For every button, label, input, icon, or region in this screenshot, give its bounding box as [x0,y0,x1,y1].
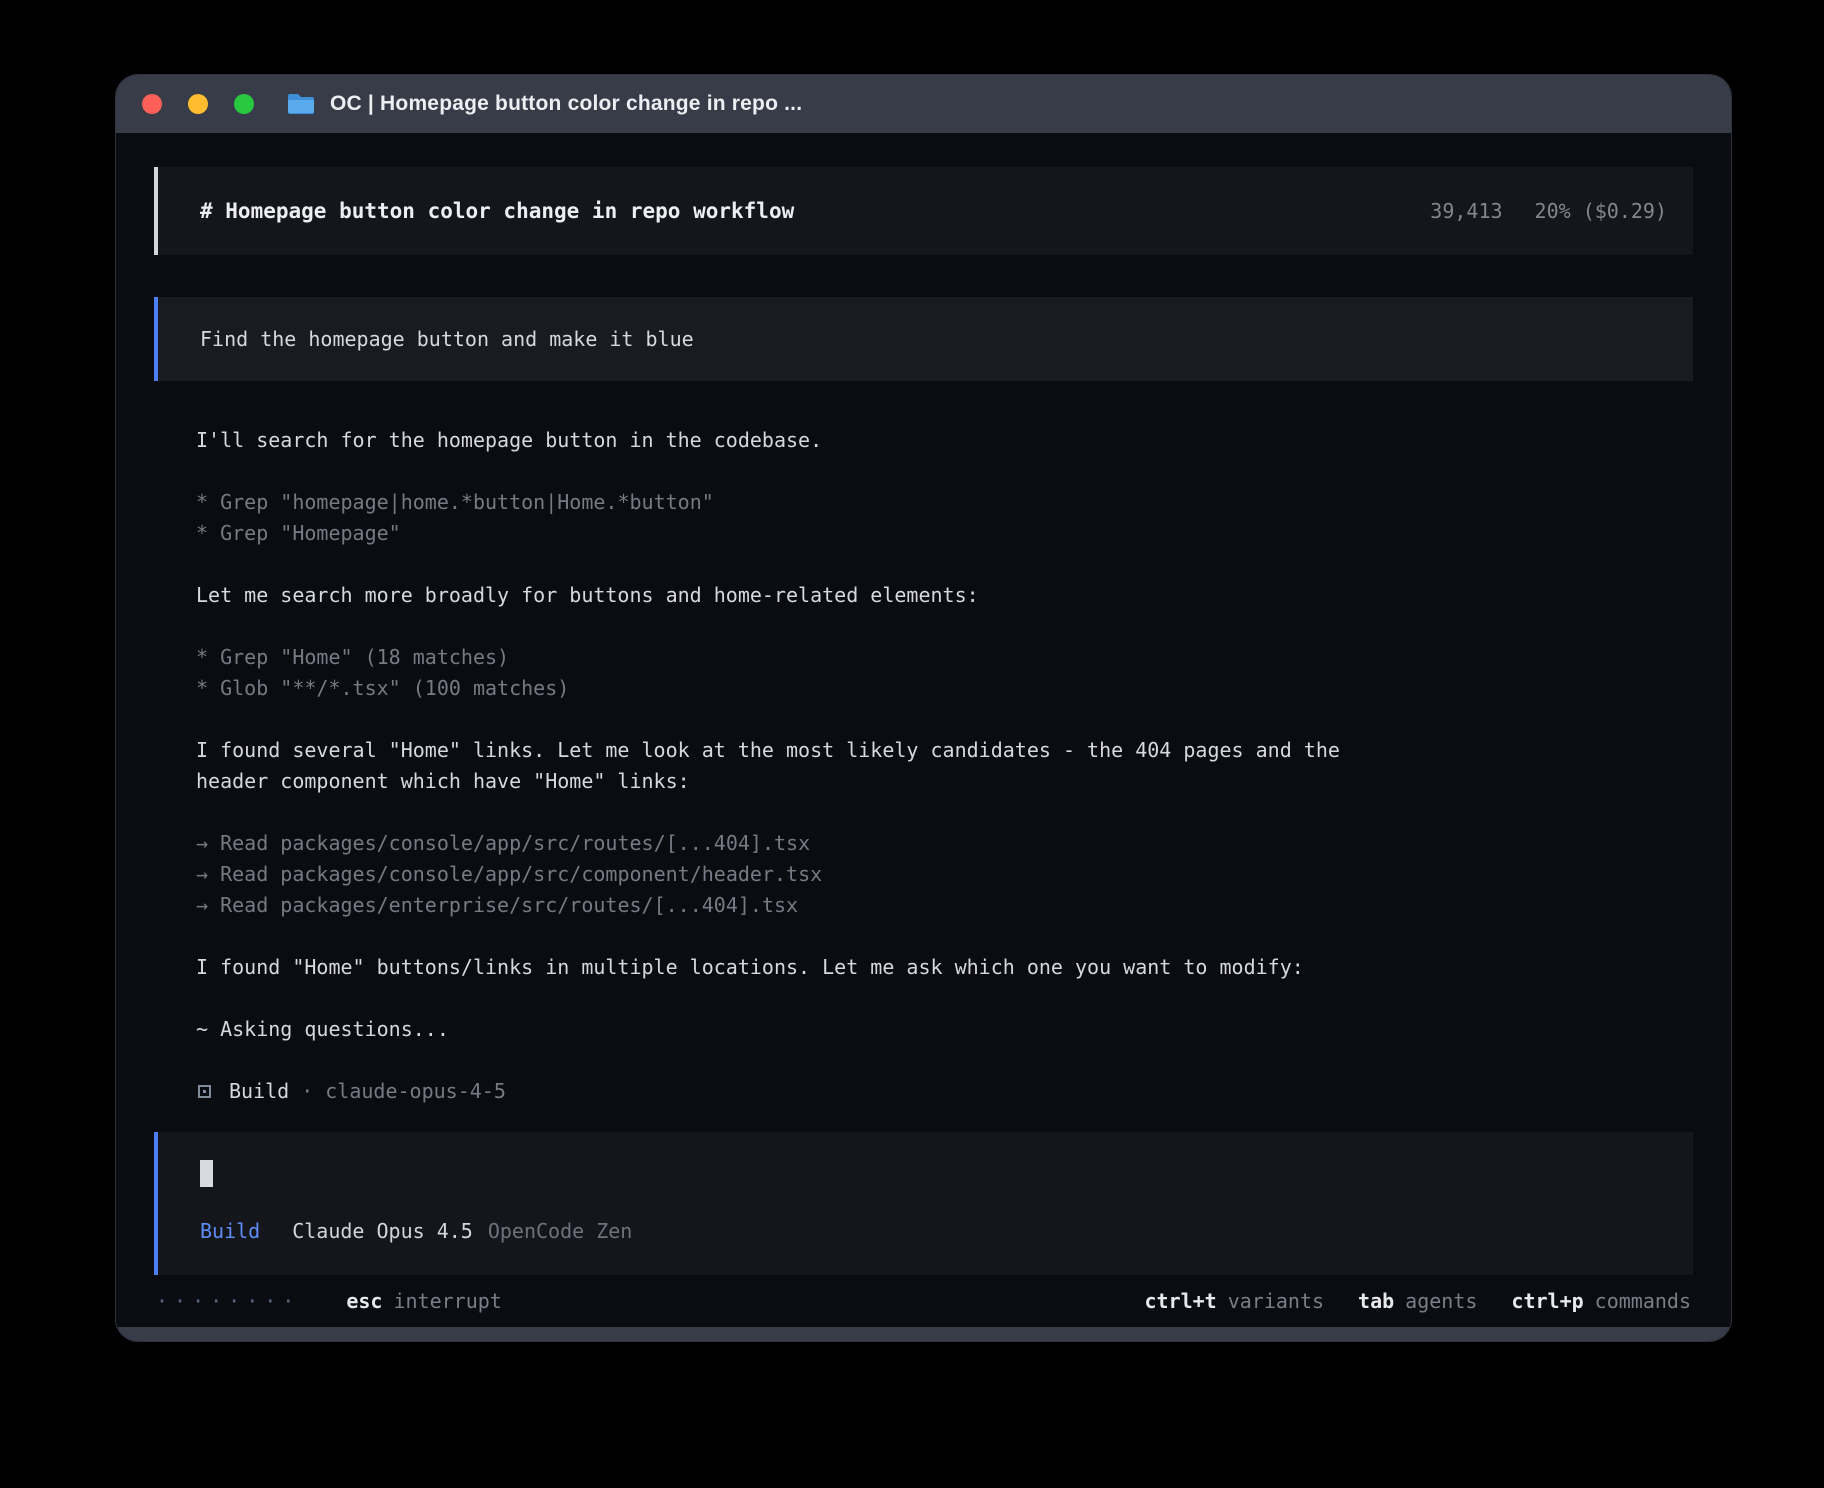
tool-call-glob: * Glob "**/*.tsx" (100 matches) [196,673,1386,704]
shortcut-variants: ctrl+t variants [1144,1289,1324,1313]
tool-call-grep-1: * Grep "homepage|home.*button|Home.*butt… [196,487,1386,518]
esc-key-hint: esc [346,1289,382,1313]
input-model[interactable]: Claude Opus 4.5 [292,1219,473,1243]
session-content: # Homepage button color change in repo w… [116,133,1731,1275]
window-title: OC | Homepage button color change in rep… [330,92,802,116]
agent-name: Build [229,1076,289,1107]
folder-icon [286,92,316,116]
agent-square-icon [198,1085,211,1098]
tool-call-grep-3: * Grep "Home" (18 matches) [196,642,1386,673]
progress-dots: ········ [156,1289,300,1313]
input-footer: Build Claude Opus 4.5 OpenCode Zen [200,1219,1651,1243]
titlebar: OC | Homepage button color change in rep… [116,75,1731,133]
user-message-text: Find the homepage button and make it blu… [200,327,694,351]
status-bar-left: ········ esc interrupt [156,1289,502,1313]
tool-call-grep-2: * Grep "Homepage" [196,518,1386,549]
assistant-messages: I'll search for the homepage button in t… [196,425,1386,1107]
tool-call-read-3: → Read packages/enterprise/src/routes/[.… [196,890,1386,921]
tool-marker-icon: * [196,521,208,545]
session-header: # Homepage button color change in repo w… [154,167,1693,255]
agent-separator: · [301,1076,313,1107]
zoom-button[interactable] [234,94,254,114]
tool-marker-icon: * [196,645,208,669]
token-count: 39,413 [1430,199,1502,223]
tool-marker-icon: * [196,676,208,700]
session-title: # Homepage button color change in repo w… [200,199,794,223]
assistant-text-candidates: I found several "Home" links. Let me loo… [196,735,1386,797]
assistant-text-intro: I'll search for the homepage button in t… [196,425,1386,456]
tool-marker-icon: * [196,490,208,514]
tool-call-read-2: → Read packages/console/app/src/componen… [196,859,1386,890]
tool-call-read-1: → Read packages/console/app/src/routes/[… [196,828,1386,859]
assistant-text-broaden: Let me search more broadly for buttons a… [196,580,1386,611]
flex-spacer [154,1107,1693,1132]
prompt-input[interactable]: Build Claude Opus 4.5 OpenCode Zen [154,1132,1693,1275]
close-button[interactable] [142,94,162,114]
user-message: Find the homepage button and make it blu… [154,297,1693,381]
arrow-right-icon: → [196,893,208,917]
agent-status-row: Build · claude-opus-4-5 [196,1076,1386,1107]
status-bar-right: ctrl+t variants tab agents ctrl+p comman… [1144,1289,1691,1313]
status-bar: ········ esc interrupt ctrl+t variants t… [116,1275,1731,1327]
assistant-text-ask: I found "Home" buttons/links in multiple… [196,952,1386,983]
window-bottom-edge [116,1327,1731,1341]
esc-hint-label: interrupt [393,1289,501,1313]
terminal-window: OC | Homepage button color change in rep… [116,75,1731,1341]
input-provider: OpenCode Zen [488,1219,633,1243]
traffic-lights [142,94,254,114]
session-stats: 39,413 20% ($0.29) [1430,199,1667,223]
shortcut-agents: tab agents [1358,1289,1477,1313]
minimize-button[interactable] [188,94,208,114]
arrow-right-icon: → [196,862,208,886]
agent-model: claude-opus-4-5 [325,1076,506,1107]
context-usage: 20% ($0.29) [1535,199,1667,223]
input-agent-mode[interactable]: Build [200,1219,260,1243]
shortcut-commands: ctrl+p commands [1511,1289,1691,1313]
text-cursor [200,1160,213,1187]
arrow-right-icon: → [196,831,208,855]
asking-questions-status: ~ Asking questions... [196,1014,1386,1045]
